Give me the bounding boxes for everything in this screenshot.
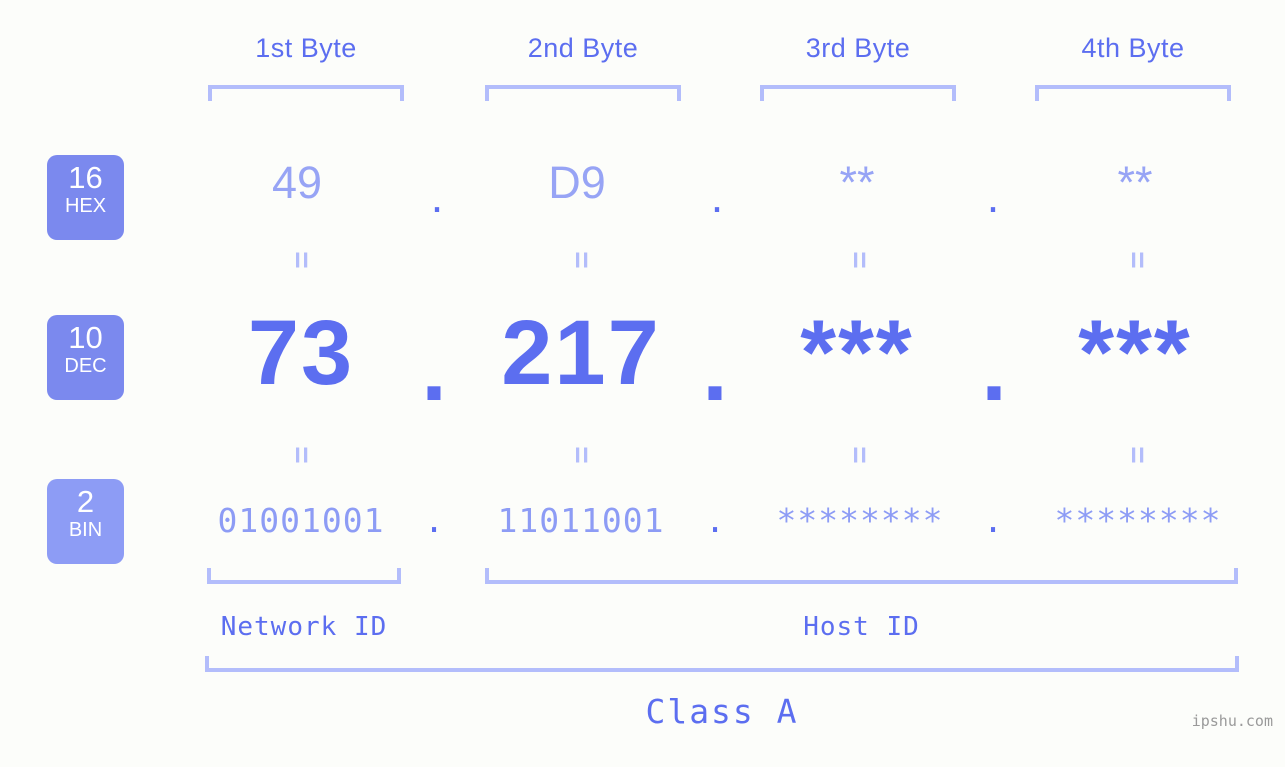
equals-connector-dec-bin-4: = xyxy=(1121,446,1154,464)
equals-connector-dec-bin-3: = xyxy=(843,446,876,464)
hex-byte-3: ** xyxy=(839,157,875,208)
equals-connector-hex-dec-1: = xyxy=(285,251,318,269)
class-label: Class A xyxy=(645,692,799,731)
base-badge-bin-number: 2 xyxy=(76,484,95,519)
hex-separator-1: . xyxy=(430,171,444,222)
class-bracket xyxy=(205,656,1239,672)
byte-header-4: 4th Byte xyxy=(1081,33,1185,63)
bin-separator-2: . xyxy=(705,501,725,540)
bin-byte-3: ******** xyxy=(776,501,944,540)
base-badge-bin-label: BIN xyxy=(68,519,103,541)
hex-separator-3: . xyxy=(986,171,1000,222)
dec-byte-2: 217 xyxy=(501,302,661,404)
byte-header-3: 3rd Byte xyxy=(805,33,911,63)
base-badge-dec-number: 10 xyxy=(68,320,103,355)
dec-separator-3: . xyxy=(981,318,1007,420)
dec-byte-1: 73 xyxy=(247,302,355,404)
bin-separator-3: . xyxy=(983,501,1003,540)
base-badge-bin: 2 BIN xyxy=(47,479,124,564)
hex-byte-1: 49 xyxy=(271,157,323,208)
site-watermark: ipshu.com xyxy=(1191,712,1273,730)
base-badge-dec: 10 DEC xyxy=(47,315,124,400)
bin-byte-2: 11011001 xyxy=(497,501,665,540)
dec-separator-1: . xyxy=(421,318,447,420)
hex-separator-2: . xyxy=(710,171,724,222)
base-badge-hex: 16 HEX xyxy=(47,155,124,240)
host-id-label: Host ID xyxy=(803,612,920,642)
bin-byte-1: 01001001 xyxy=(217,501,385,540)
network-id-label: Network ID xyxy=(220,612,388,642)
bin-byte-4: ******** xyxy=(1054,501,1222,540)
equals-connector-hex-dec-4: = xyxy=(1121,251,1154,269)
ip-address-breakdown-diagram: 1st Byte 2nd Byte 3rd Byte 4th Byte 16 H… xyxy=(0,0,1285,767)
byte-header-2: 2nd Byte xyxy=(527,33,639,63)
byte-header-1: 1st Byte xyxy=(255,33,357,63)
dec-byte-3: *** xyxy=(800,302,914,404)
dec-separator-2: . xyxy=(702,318,728,420)
network-id-bracket xyxy=(207,568,401,584)
base-badge-hex-label: HEX xyxy=(64,195,107,217)
byte-bracket-4 xyxy=(1035,85,1231,101)
hex-byte-4: ** xyxy=(1117,157,1153,208)
base-badge-hex-number: 16 xyxy=(68,160,103,195)
byte-bracket-2 xyxy=(485,85,681,101)
equals-connector-dec-bin-2: = xyxy=(565,446,598,464)
hex-byte-2: D9 xyxy=(548,157,606,208)
byte-bracket-1 xyxy=(208,85,404,101)
byte-bracket-3 xyxy=(760,85,956,101)
dec-byte-4: *** xyxy=(1078,302,1192,404)
base-badge-dec-label: DEC xyxy=(64,355,107,377)
equals-connector-hex-dec-3: = xyxy=(843,251,876,269)
bin-separator-1: . xyxy=(424,501,444,540)
equals-connector-dec-bin-1: = xyxy=(285,446,318,464)
equals-connector-hex-dec-2: = xyxy=(565,251,598,269)
host-id-bracket xyxy=(485,568,1238,584)
